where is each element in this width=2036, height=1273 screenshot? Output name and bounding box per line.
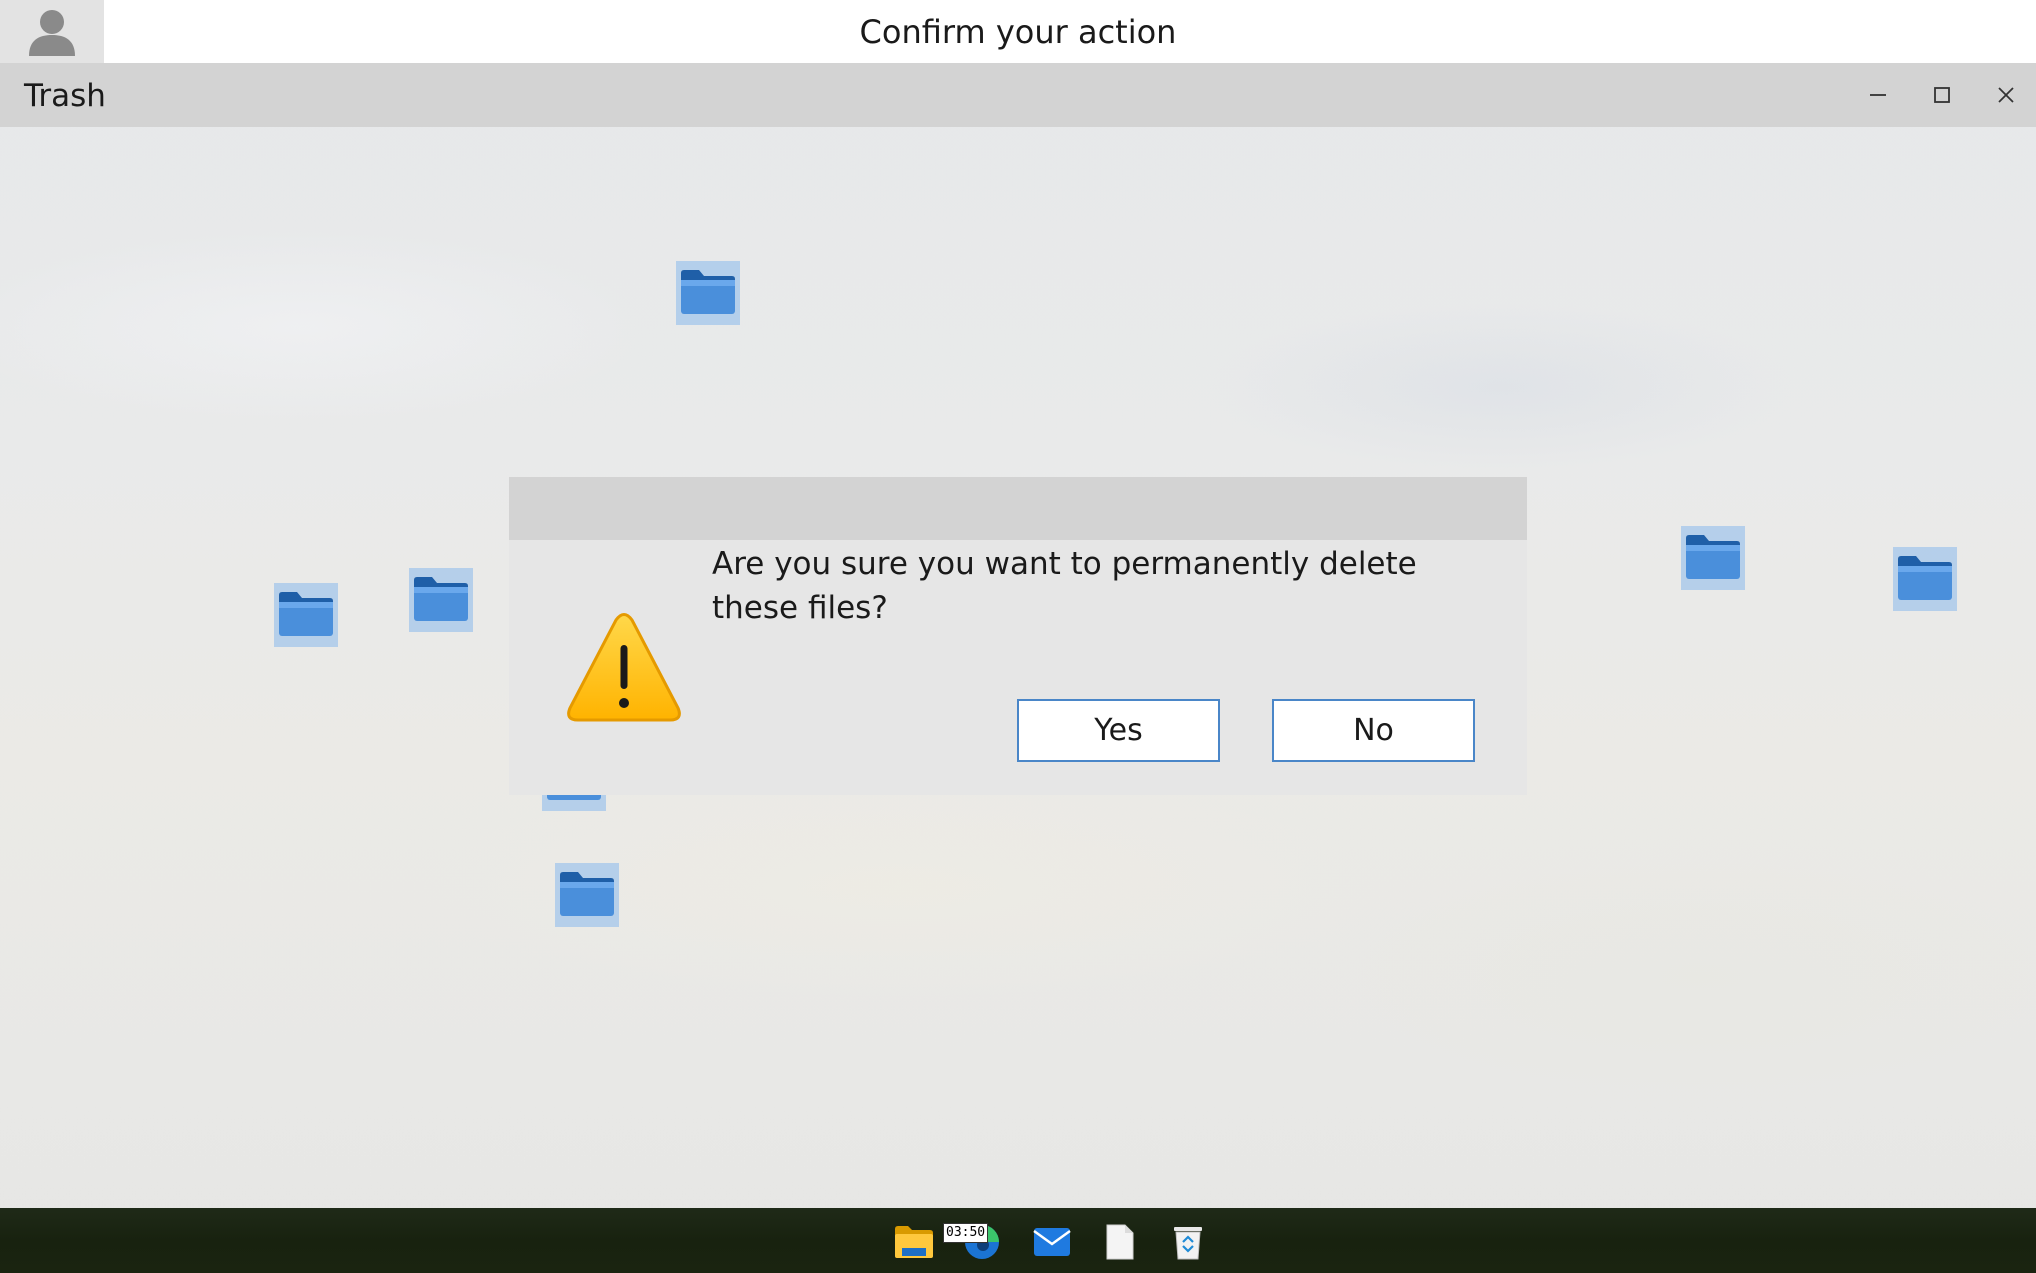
- maximize-button[interactable]: [1910, 63, 1974, 127]
- folder-icon: [1686, 535, 1740, 579]
- folder-icon: [1898, 556, 1952, 600]
- desktop-folder[interactable]: [676, 261, 740, 325]
- desktop-folder[interactable]: [274, 583, 338, 647]
- taskbar-clock: 03:50: [943, 1223, 989, 1243]
- folder-icon: [560, 872, 614, 916]
- mail-icon: [1033, 1228, 1071, 1256]
- mail-button[interactable]: [1032, 1222, 1072, 1262]
- close-icon: [1998, 87, 2014, 103]
- page-title: Confirm your action: [859, 13, 1177, 51]
- dialog-message: Are you sure you want to permanently del…: [712, 546, 1417, 626]
- no-button[interactable]: No: [1272, 699, 1475, 762]
- minimize-icon: [1870, 94, 1886, 96]
- folder-icon: [279, 592, 333, 636]
- desktop-folder[interactable]: [1893, 547, 1957, 611]
- recycle-bin-button[interactable]: [1168, 1222, 1208, 1262]
- confirm-dialog: Are you sure you want to permanently del…: [509, 477, 1527, 795]
- desktop-folder[interactable]: [1681, 526, 1745, 590]
- document-icon: [1106, 1224, 1134, 1260]
- minimize-button[interactable]: [1846, 63, 1910, 127]
- folder-icon: [414, 577, 468, 621]
- top-bar: Confirm your action: [0, 0, 2036, 63]
- file-explorer-icon: [895, 1226, 933, 1258]
- document-button[interactable]: [1100, 1222, 1140, 1262]
- desktop-folder[interactable]: [555, 863, 619, 927]
- window-title-bar: Trash: [0, 63, 2036, 127]
- recycle-bin-icon: [1174, 1227, 1202, 1260]
- file-explorer-button[interactable]: [894, 1222, 934, 1262]
- window-title: Trash: [24, 78, 106, 114]
- yes-button[interactable]: Yes: [1017, 699, 1220, 762]
- folder-icon: [681, 270, 735, 314]
- warning-icon: [566, 612, 682, 730]
- close-button[interactable]: [1974, 63, 2036, 127]
- maximize-icon: [1934, 87, 1950, 103]
- dialog-title-bar: [509, 477, 1527, 540]
- desktop-folder[interactable]: [409, 568, 473, 632]
- taskbar: [0, 1208, 2036, 1273]
